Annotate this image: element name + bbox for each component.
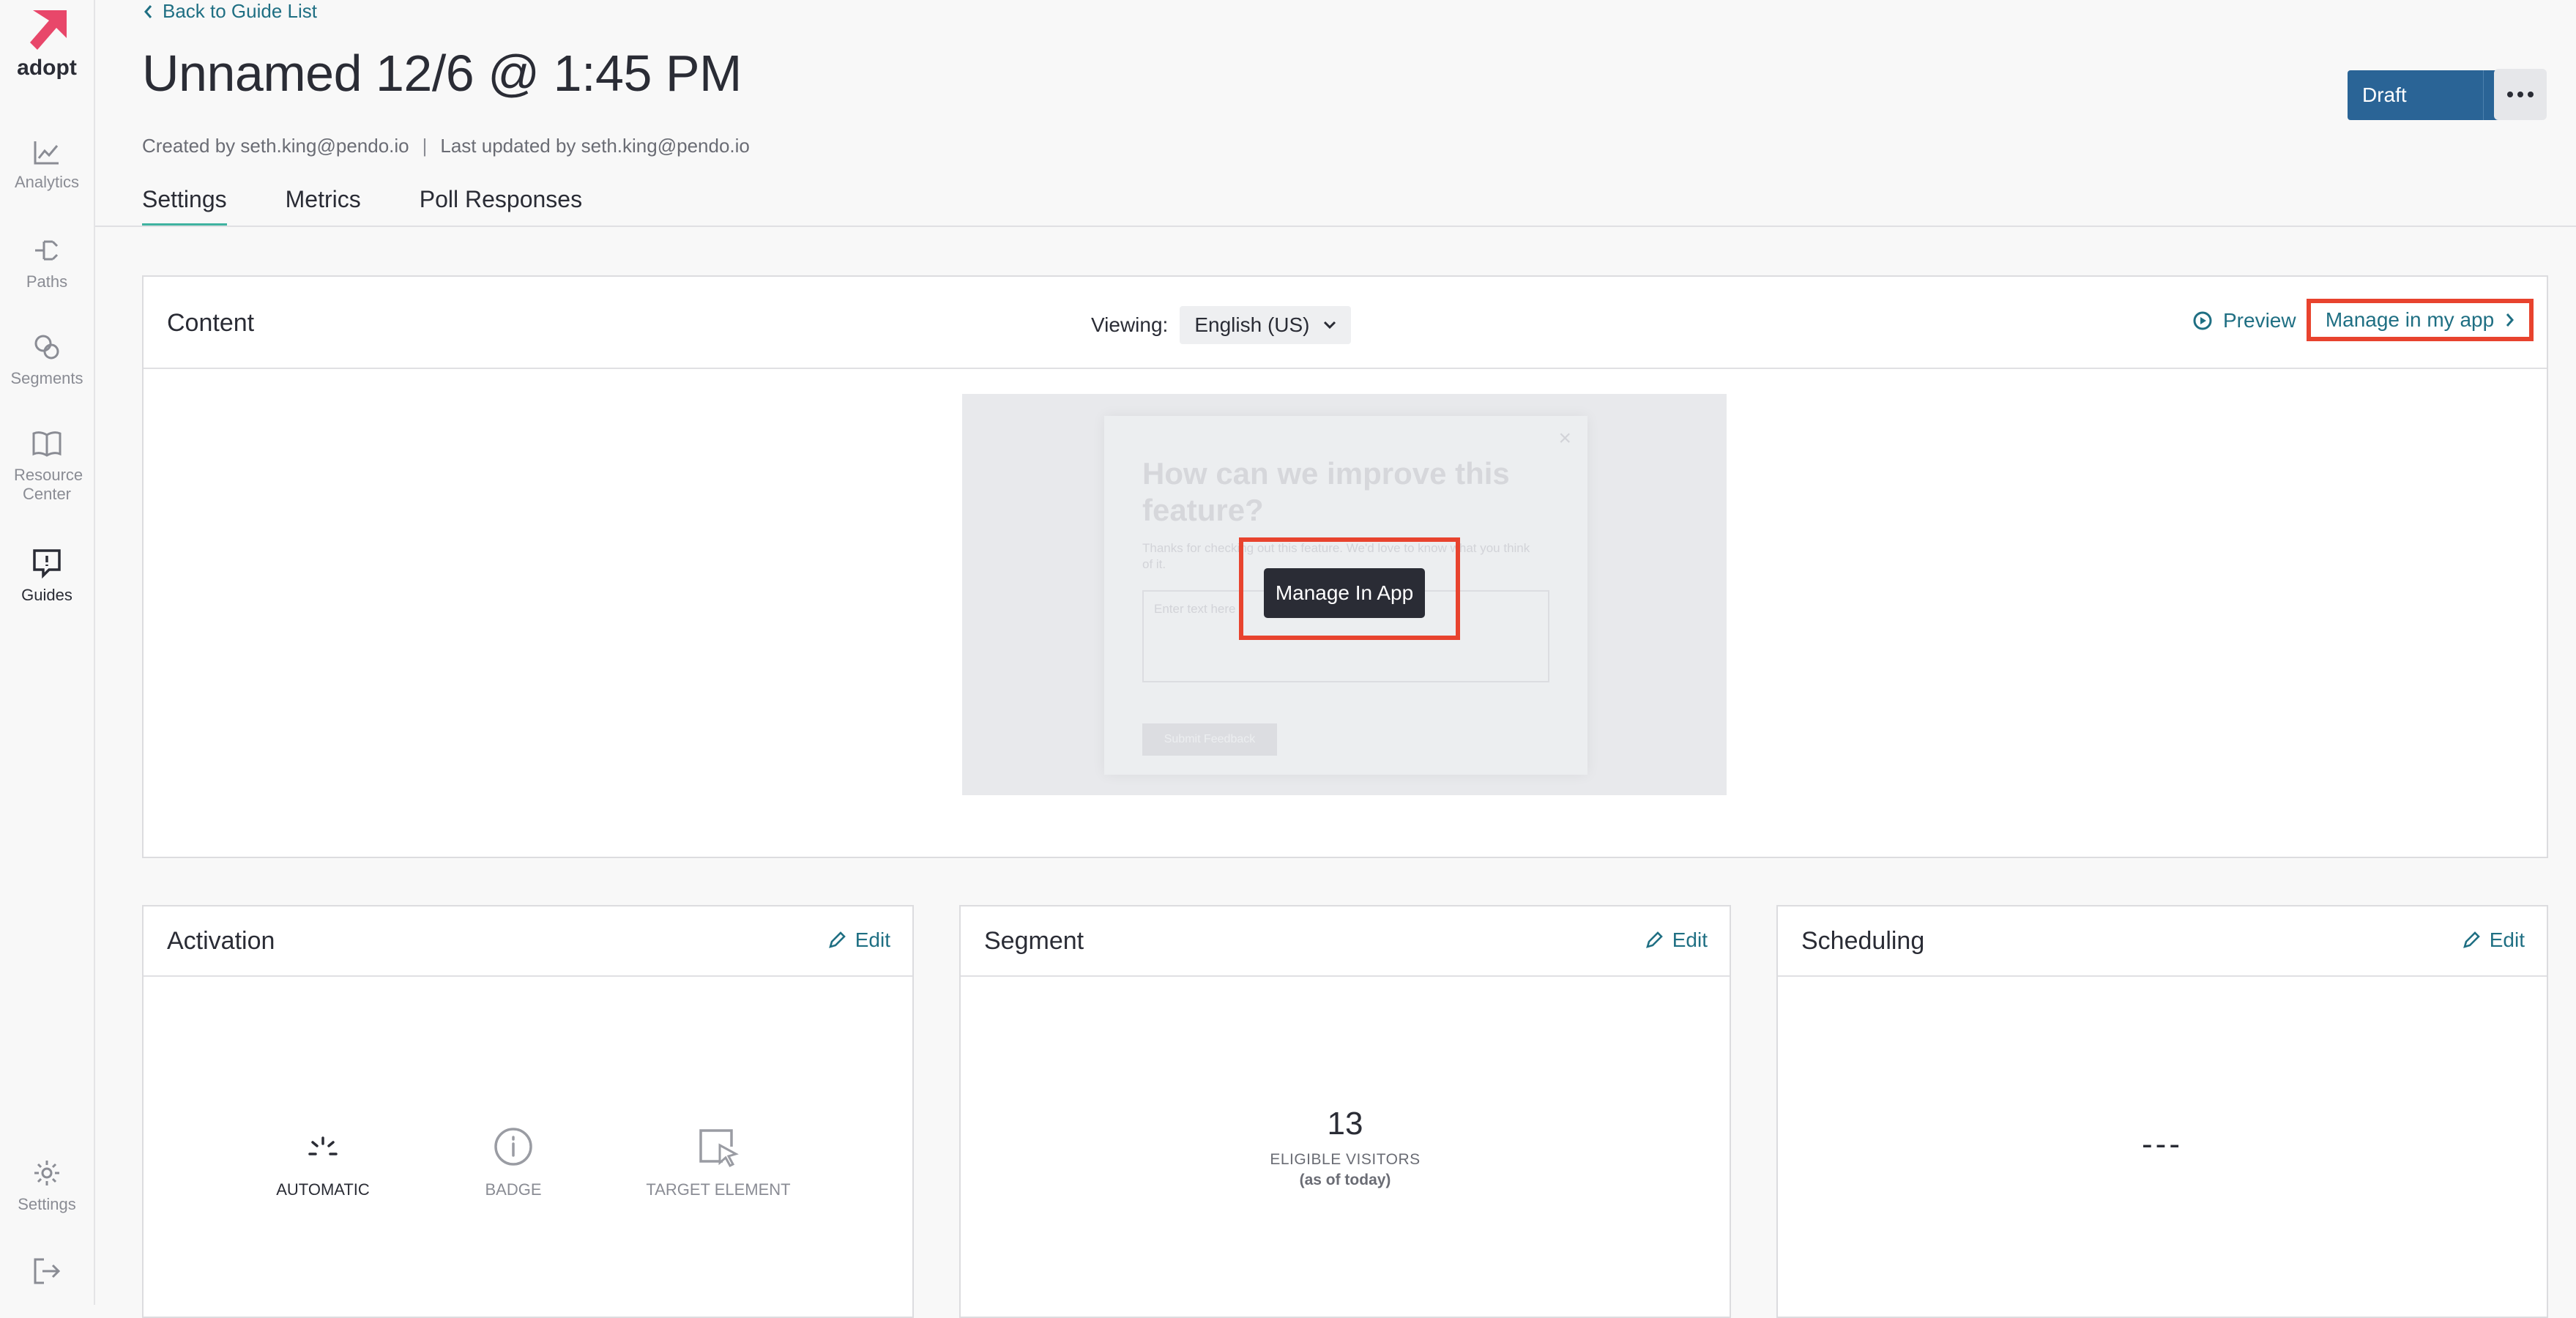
sidebar-item-label: Segments: [10, 369, 83, 387]
chart-icon: [34, 141, 59, 165]
activation-option-automatic[interactable]: AUTOMATIC: [228, 1126, 418, 1199]
activation-card-header: Activation Edit: [144, 906, 912, 977]
created-by-text: Created by seth.king@pendo.io: [142, 135, 409, 157]
preview-label: Preview: [2223, 309, 2296, 332]
status-label: Draft: [2362, 83, 2407, 106]
sidebar-item-label: Analytics: [14, 173, 80, 191]
close-icon: ×: [1558, 426, 1571, 450]
activation-option-label: AUTOMATIC: [276, 1180, 370, 1199]
activation-option-label: BADGE: [485, 1180, 542, 1199]
segment-card-header: Segment Edit: [961, 906, 1730, 977]
guide-meta: Created by seth.king@pendo.io | Last updat…: [142, 135, 750, 157]
gear-icon: [34, 1161, 59, 1185]
chevron-down-icon: [1323, 321, 1336, 330]
paths-icon: [35, 240, 59, 261]
sidebar-item-paths[interactable]: Paths: [0, 236, 94, 291]
sidebar-item-segments[interactable]: Segments: [0, 332, 94, 388]
sidebar-item-settings[interactable]: Settings: [0, 1158, 94, 1214]
updated-by-text: Last updated by seth.king@pendo.io: [440, 135, 750, 157]
sidebar-item-label: Resource Center: [14, 466, 83, 503]
pencil-icon: [828, 931, 846, 948]
logout-icon: [34, 1258, 61, 1284]
viewing-label: Viewing:: [1091, 313, 1169, 336]
segment-card-title: Segment: [984, 927, 1084, 955]
activation-edit-button[interactable]: Edit: [827, 928, 890, 952]
sidebar-item-label: Paths: [26, 272, 68, 291]
chevron-left-icon: [144, 4, 152, 18]
edit-label: Edit: [2489, 928, 2525, 951]
scheduling-card: Scheduling Edit ---: [1776, 905, 2548, 1318]
eligible-visitors-label: ELIGIBLE VISITORS: [1270, 1151, 1421, 1168]
sidebar-item-resource-center[interactable]: Resource Center: [0, 429, 94, 504]
scheduling-card-title: Scheduling: [1801, 927, 1925, 955]
tab-poll-responses[interactable]: Poll Responses: [420, 186, 582, 226]
activation-options: AUTOMATIC BADGE TARGET ELEMENT: [144, 1126, 912, 1199]
info-circle-icon: [494, 1128, 532, 1166]
language-viewer: Viewing: English (US): [1091, 306, 1351, 344]
sidebar-item-guides[interactable]: Guides: [0, 548, 94, 605]
eligible-visitors-count: 13: [1327, 1106, 1363, 1142]
content-card: Content Viewing: English (US) Preview Ma…: [142, 275, 2548, 858]
sidebar-item-analytics[interactable]: Analytics: [0, 139, 94, 192]
activation-option-target-element[interactable]: TARGET ELEMENT: [608, 1126, 828, 1199]
brand-name: adopt: [17, 56, 77, 80]
tabs-divider: [95, 226, 2576, 227]
activation-option-label: TARGET ELEMENT: [646, 1180, 791, 1199]
sidebar-item-label: Settings: [18, 1195, 76, 1213]
guide-preview-title: How can we improve this feature?: [1142, 456, 1510, 527]
manage-in-app-button[interactable]: Manage In App: [1264, 568, 1425, 618]
chevron-right-icon: [2506, 313, 2514, 327]
ellipsis-icon: [2507, 92, 2513, 97]
activation-card-title: Activation: [167, 927, 275, 955]
scheduling-card-header: Scheduling Edit: [1778, 906, 2547, 977]
pencil-icon: [2463, 931, 2480, 948]
logo-icon: [30, 10, 67, 50]
segments-icon: [34, 335, 59, 360]
activation-card: Activation Edit AUTOMATIC BADGE TARGET E…: [142, 905, 914, 1318]
edit-label: Edit: [1672, 928, 1708, 951]
tab-bar: Settings Metrics Poll Responses: [142, 186, 582, 226]
segment-card: Segment Edit 13 ELIGIBLE VISITORS (as of…: [959, 905, 1731, 1318]
sidebar-item-label: Guides: [21, 586, 72, 604]
guide-preview-area: × How can we improve this feature? Thank…: [962, 394, 1727, 795]
edit-label: Edit: [855, 928, 890, 951]
activation-option-badge[interactable]: BADGE: [418, 1126, 608, 1199]
cursor-select-icon: [699, 1129, 739, 1167]
language-select[interactable]: English (US): [1180, 306, 1351, 344]
scheduling-value: ---: [2142, 1126, 2183, 1162]
back-to-guide-list-link[interactable]: Back to Guide List: [144, 0, 317, 23]
content-card-title: Content: [167, 309, 255, 337]
content-card-header: Content Viewing: English (US) Preview Ma…: [144, 277, 2547, 369]
segment-edit-button[interactable]: Edit: [1645, 928, 1708, 952]
manage-link-label: Manage in my app: [2325, 308, 2495, 331]
play-circle-icon: [2193, 311, 2212, 330]
sidebar-item-logout[interactable]: [0, 1256, 94, 1293]
tab-settings[interactable]: Settings: [142, 186, 227, 226]
preview-link[interactable]: Preview: [2192, 309, 2296, 332]
brand-logo[interactable]: adopt: [0, 6, 94, 81]
guides-icon: [33, 549, 61, 578]
language-value: English (US): [1194, 313, 1310, 336]
tab-metrics[interactable]: Metrics: [286, 186, 361, 226]
manage-in-my-app-link[interactable]: Manage in my app: [2307, 299, 2534, 341]
spinner-icon: [308, 1136, 338, 1155]
back-link-label: Back to Guide List: [163, 0, 317, 22]
book-icon: [32, 431, 62, 457]
pencil-icon: [1645, 931, 1663, 948]
scheduling-edit-button[interactable]: Edit: [2462, 928, 2525, 952]
more-options-button[interactable]: [2494, 69, 2547, 120]
guide-preview-submit: Submit Feedback: [1142, 723, 1277, 756]
page-title[interactable]: Unnamed 12/6 @ 1:45 PM: [142, 44, 742, 103]
sidebar: adopt Analytics Paths Segments Resource …: [0, 0, 95, 1305]
eligible-visitors-sub: (as of today): [1299, 1172, 1391, 1188]
